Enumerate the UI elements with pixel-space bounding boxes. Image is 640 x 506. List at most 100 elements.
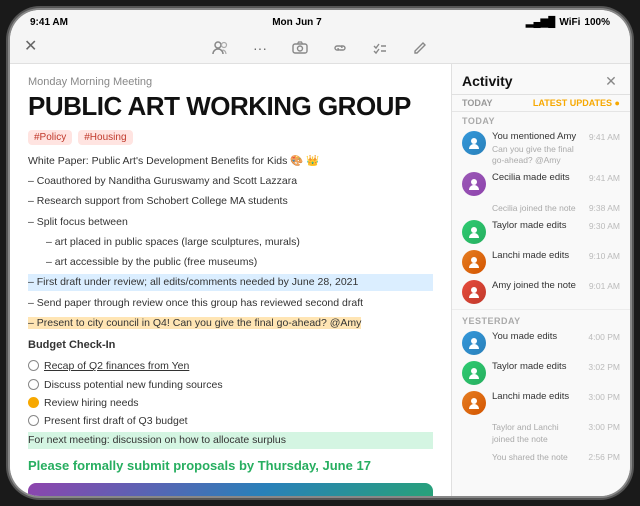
activity-item-main-3: Lanchi made edits — [492, 250, 583, 262]
section-yesterday: YESTERDAY — [452, 312, 630, 328]
photo-placeholder — [28, 483, 433, 496]
activity-header: Activity ✕ — [452, 64, 630, 95]
avatar-lanchi-3 — [462, 250, 486, 274]
dots-icon[interactable]: ··· — [249, 37, 271, 59]
activity-item-time-y0: 4:00 PM — [588, 332, 620, 342]
send-paper-line: – Send paper through review once this gr… — [28, 295, 433, 311]
device-frame: 9:41 AM Mon Jun 7 ▂▄▆█ WiFi 100% ✕ ··· — [10, 10, 630, 496]
battery-icon: 100% — [584, 17, 610, 28]
avatar-taylor-2 — [462, 220, 486, 244]
formal-text: Please formally submit proposals by Thur… — [28, 457, 433, 475]
activity-item-main-0: You mentioned Amy — [492, 131, 583, 143]
tag-housing[interactable]: #Housing — [78, 130, 132, 145]
activity-item-content-y0: You made edits — [492, 331, 582, 343]
checkbox-2[interactable] — [28, 379, 39, 390]
note-area[interactable]: Monday Morning Meeting PUBLIC ART WORKIN… — [10, 64, 452, 496]
next-meeting-line: For next meeting: discussion on how to a… — [28, 432, 433, 448]
divider — [452, 309, 630, 310]
indent1-line: – art placed in public spaces (large scu… — [28, 234, 433, 250]
activity-item-content-y2: Lanchi made edits — [492, 391, 582, 403]
tab-latest-updates[interactable]: LATEST UPDATES ● — [533, 98, 620, 108]
activity-item-3: Lanchi made edits 9:10 AM — [452, 247, 630, 277]
activity-item-main-y0: You made edits — [492, 331, 582, 343]
activity-item-time-0: 9:41 AM — [589, 132, 620, 142]
camera-icon[interactable] — [289, 37, 311, 59]
activity-item-content-y3: Taylor and Lanchi joined the note — [492, 421, 582, 444]
budget-item-3: Review hiring needs — [28, 395, 433, 411]
checklist-icon[interactable] — [369, 37, 391, 59]
activity-item-y2: Lanchi made edits 3:00 PM — [452, 388, 630, 418]
activity-list: TODAY You mentioned Amy Can you give the… — [452, 112, 630, 496]
activity-item-time-cecilia-joined: 9:38 AM — [589, 203, 620, 213]
activity-item-sub-y4: You shared the note — [492, 452, 582, 463]
authors-line: – Coauthored by Nanditha Guruswamy and S… — [28, 173, 433, 189]
link-icon[interactable] — [329, 37, 351, 59]
research-line: – Research support from Schobert College… — [28, 193, 433, 209]
status-date: Mon Jun 7 — [272, 17, 321, 28]
activity-item-y0: You made edits 4:00 PM — [452, 328, 630, 358]
activity-item-main-2: Taylor made edits — [492, 220, 583, 232]
activity-item-y3: Taylor and Lanchi joined the note 3:00 P… — [452, 418, 630, 447]
activity-item-y1: Taylor made edits 3:02 PM — [452, 358, 630, 388]
activity-item-sub-cecilia-joined: Cecilia joined the note — [492, 203, 583, 214]
activity-title: Activity — [462, 73, 513, 89]
budget-item-2: Discuss potential new funding sources — [28, 377, 433, 393]
activity-item-time-1: 9:41 AM — [589, 173, 620, 183]
checkbox-4[interactable] — [28, 415, 39, 426]
activity-item-content-2: Taylor made edits — [492, 220, 583, 232]
activity-item-1: Cecilia made edits 9:41 AM — [452, 169, 630, 199]
split-line: – Split focus between — [28, 214, 433, 230]
indent2-line: – art accessible by the public (free mus… — [28, 254, 433, 270]
close-button[interactable]: ✕ — [602, 72, 620, 90]
activity-item-sub-y3: Taylor and Lanchi joined the note — [492, 422, 582, 444]
status-bar: 9:41 AM Mon Jun 7 ▂▄▆█ WiFi 100% — [10, 10, 630, 32]
activity-item-main-amy: Amy joined the note — [492, 280, 583, 292]
activity-item-y4: You shared the note 2:56 PM — [452, 448, 630, 466]
activity-item-time-3: 9:10 AM — [589, 251, 620, 261]
activity-item-sub-0: Can you give the final go-ahead? @Amy — [492, 144, 583, 166]
avatar-cecilia-1 — [462, 172, 486, 196]
people-icon[interactable] — [209, 37, 231, 59]
activity-panel: Activity ✕ TODAY LATEST UPDATES ● TODAY … — [452, 64, 630, 496]
signal-icon: ▂▄▆█ — [526, 17, 556, 28]
back-button[interactable]: ✕ — [24, 36, 37, 56]
activity-item-content-y1: Taylor made edits — [492, 361, 582, 373]
avatar-taylor-y1 — [462, 361, 486, 385]
avatar-you-0 — [462, 131, 486, 155]
activity-item-time-y3: 3:00 PM — [588, 422, 620, 432]
wifi-icon: WiFi — [559, 17, 580, 28]
note-body: White Paper: Public Art's Development Be… — [28, 153, 433, 496]
activity-item-content-amy: Amy joined the note — [492, 280, 583, 292]
checkbox-1[interactable] — [28, 360, 39, 371]
activity-item-time-amy: 9:01 AM — [589, 281, 620, 291]
edit-icon[interactable] — [409, 37, 431, 59]
activity-item-time-y4: 2:56 PM — [588, 452, 620, 462]
checkbox-3[interactable] — [28, 397, 39, 408]
activity-item-main-y1: Taylor made edits — [492, 361, 582, 373]
activity-item-main-y2: Lanchi made edits — [492, 391, 582, 403]
activity-item-content-cecilia-joined: Cecilia joined the note — [492, 202, 583, 214]
activity-item-time-2: 9:30 AM — [589, 221, 620, 231]
tag-policy[interactable]: #Policy — [28, 130, 72, 145]
section-today: TODAY — [452, 112, 630, 128]
activity-item-main-1: Cecilia made edits — [492, 172, 583, 184]
budget-item-4: Present first draft of Q3 budget — [28, 413, 433, 429]
activity-item-amy: Amy joined the note 9:01 AM — [452, 277, 630, 307]
tab-today[interactable]: TODAY — [462, 98, 493, 108]
budget-label: Budget Check-In — [28, 337, 433, 354]
avatar-amy — [462, 280, 486, 304]
budget-item-1: Recap of Q2 finances from Yen — [28, 358, 433, 374]
white-paper-line: White Paper: Public Art's Development Be… — [28, 153, 433, 169]
avatar-you-y0 — [462, 331, 486, 355]
present-line: – Present to city council in Q4! Can you… — [28, 315, 433, 331]
activity-item-cecilia-joined: Cecilia joined the note 9:38 AM — [452, 199, 630, 217]
note-date: Monday Morning Meeting — [28, 76, 433, 88]
activity-item-content-y4: You shared the note — [492, 451, 582, 463]
activity-tabs: TODAY LATEST UPDATES ● — [452, 95, 630, 112]
status-time: 9:41 AM — [30, 17, 68, 28]
draft-line: – First draft under review; all edits/co… — [28, 274, 433, 290]
activity-item-content-0: You mentioned Amy Can you give the final… — [492, 131, 583, 166]
activity-item-2: Taylor made edits 9:30 AM — [452, 217, 630, 247]
activity-item-0: You mentioned Amy Can you give the final… — [452, 128, 630, 169]
activity-item-time-y1: 3:02 PM — [588, 362, 620, 372]
